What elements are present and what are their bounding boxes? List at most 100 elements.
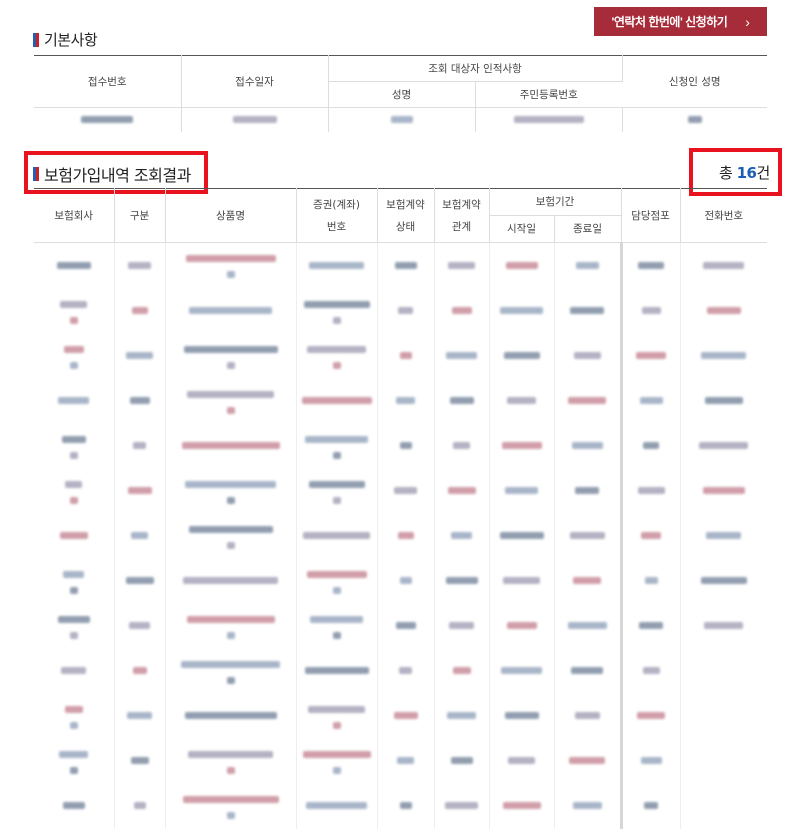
end-date-header: 종료일: [554, 215, 622, 243]
redacted-value: [643, 442, 660, 449]
result-cell: [296, 738, 378, 784]
redacted-value: [226, 811, 235, 819]
start-date-header: 시작일: [489, 215, 555, 243]
contact-apply-button[interactable]: '연락처 한번에' 신청하기 ›: [594, 7, 767, 36]
result-cell: [680, 379, 767, 424]
redacted-value: [640, 757, 662, 764]
result-cell: [377, 603, 435, 649]
redacted-value: [394, 261, 417, 269]
result-cell: [554, 423, 623, 469]
contact-apply-label: '연락처 한번에' 신청하기: [611, 15, 728, 29]
result-cell: [680, 739, 767, 784]
resident-no-header: 주민등록번호: [475, 81, 622, 108]
result-cell: [680, 424, 767, 469]
redacted-value: [181, 660, 280, 668]
result-cell: [554, 378, 623, 424]
result-cell: [114, 468, 166, 514]
result-cell: [377, 378, 435, 424]
result-cell: [489, 513, 555, 559]
result-cell: [554, 513, 623, 559]
redacted-value: [639, 622, 664, 629]
redacted-value: [503, 577, 540, 584]
result-cell: [621, 242, 681, 289]
result-cell: [434, 603, 490, 649]
policy-no-header: 증권(계좌) 번호: [296, 188, 378, 243]
basic-info-row: [34, 107, 767, 132]
redacted-value: [639, 397, 663, 404]
redacted-value: [451, 307, 472, 314]
result-cell: [434, 242, 490, 289]
redacted-value: [452, 667, 471, 674]
redacted-value: [59, 750, 89, 758]
result-cell: [680, 243, 767, 289]
result-cell: [489, 603, 555, 649]
redacted-value: [573, 352, 601, 359]
redacted-value: [505, 487, 538, 494]
result-cell: [489, 783, 555, 829]
redacted-value: [303, 300, 370, 308]
result-row: [34, 423, 767, 469]
result-cell: [296, 513, 378, 559]
category-header: 구분: [114, 188, 166, 243]
redacted-value: [69, 451, 78, 459]
redacted-value: [65, 480, 83, 488]
redacted-value: [574, 712, 600, 719]
redacted-value: [687, 115, 702, 123]
result-cell: [114, 333, 166, 379]
result-cell: [114, 783, 166, 829]
result-cell: [680, 694, 767, 739]
redacted-value: [226, 361, 235, 369]
result-cell: [434, 378, 490, 424]
redacted-value: [397, 532, 414, 539]
redacted-value: [636, 352, 667, 359]
result-cell: [621, 738, 681, 784]
redacted-value: [64, 705, 83, 713]
redacted-value: [449, 622, 474, 629]
result-cell: [296, 468, 378, 514]
result-cell: [165, 333, 297, 379]
relation-header: 보험계약 관계: [434, 188, 490, 243]
redacted-value: [570, 307, 604, 314]
redacted-value: [446, 352, 477, 359]
result-cell: [434, 738, 490, 784]
redacted-value: [62, 802, 85, 809]
result-cell: [377, 468, 435, 514]
result-cell: [434, 288, 490, 334]
redacted-value: [133, 442, 146, 449]
redacted-value: [58, 397, 90, 404]
redacted-value: [69, 631, 78, 639]
result-cell: [296, 603, 378, 649]
result-cell: [377, 242, 435, 289]
result-cell: [165, 693, 297, 739]
result-cell: [34, 558, 115, 604]
result-cell: [165, 603, 297, 649]
redacted-value: [125, 577, 154, 584]
redacted-value: [502, 802, 541, 809]
result-cell: [377, 648, 435, 694]
result-cell: [296, 378, 378, 424]
result-cell: [680, 604, 767, 649]
period-header: 보험기간: [489, 188, 622, 216]
result-cell: [377, 513, 435, 559]
phone-header: 전화번호: [680, 188, 768, 243]
redacted-value: [572, 802, 602, 809]
result-cell: [621, 603, 681, 649]
redacted-value: [396, 397, 415, 404]
redacted-value: [393, 712, 418, 719]
result-cell: [621, 693, 681, 739]
redacted-value: [508, 757, 535, 764]
redacted-value: [504, 712, 539, 719]
result-row: [34, 513, 767, 559]
redacted-value: [126, 352, 153, 359]
redacted-value: [183, 345, 278, 353]
result-row: [34, 648, 767, 694]
redacted-value: [61, 667, 87, 674]
redacted-value: [332, 586, 341, 594]
result-cell: [554, 288, 623, 334]
redacted-value: [513, 115, 584, 123]
redacted-value: [69, 766, 78, 774]
redacted-value: [571, 442, 603, 449]
redacted-value: [642, 667, 660, 674]
redacted-value: [500, 307, 543, 314]
result-cell: [621, 423, 681, 469]
